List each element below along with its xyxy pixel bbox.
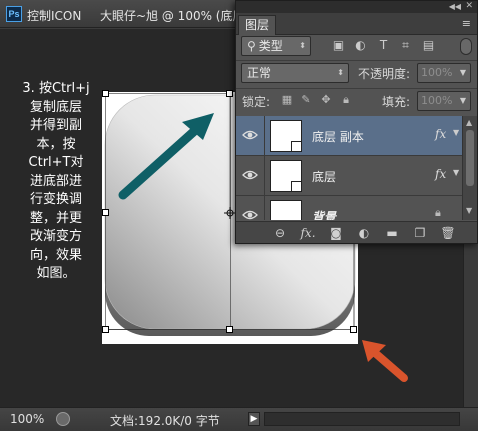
opacity-value: 100% [421,66,453,79]
transform-handle[interactable] [226,326,233,333]
close-panel-icon[interactable]: ✕ [465,1,473,12]
chevron-down-icon: ▼ [459,68,466,77]
transform-handle[interactable] [102,90,109,97]
fill-field[interactable]: 100% ▼ [417,91,471,111]
lock-row: 锁定: ▦ ✎ ✥ 🔒︎ 填充: 100% ▼ [236,91,477,113]
collapse-panel-icon[interactable]: ◀◀ [449,1,461,12]
status-info-icon[interactable] [56,412,70,426]
fx-icon[interactable]: fx [435,127,446,141]
layers-list: 底层 副本 fx ▼ 底层 fx ▼ 背景 🔒︎ [236,116,462,220]
fx-icon[interactable]: fx [435,167,446,181]
instruction-line: 进底部进 [29,173,82,189]
fill-label: 填充: [382,95,411,109]
chevron-updown-icon: ⬍ [299,41,306,50]
filter-kind-label: 类型 [258,39,283,53]
smart-object-badge-icon [291,141,302,152]
opacity-label: 不透明度: [358,67,411,81]
instruction-line: 整，并更 [29,210,82,226]
panel-header-strip: ◀◀ ✕ [236,1,477,13]
shape-filter-icon[interactable]: ⌗ [399,39,412,52]
layer-thumbnail [270,200,302,220]
blend-mode-value: 正常 [247,66,272,80]
layer-mask-icon[interactable]: ◙ [328,225,344,241]
status-bar: 100% 文档:192.0K/0 字节 ▶ [0,407,478,431]
layer-name[interactable]: 底层 副本 [312,128,364,145]
layer-thumbnail [270,160,302,192]
lock-image-icon[interactable]: ✎ [300,94,312,106]
adjustment-filter-icon[interactable]: ◐ [354,39,367,52]
photoshop-logo-icon: Ps [6,6,22,22]
fill-value: 100% [421,94,453,107]
app-title: 控制ICON [27,9,82,23]
lock-label: 锁定: [242,95,271,109]
blend-mode-select[interactable]: 正常 ⬍ [241,63,349,83]
instruction-line: 并得到副 [29,118,82,133]
eye-icon[interactable] [242,168,258,182]
lock-position-icon[interactable]: ✥ [320,94,332,106]
filter-toggle[interactable] [460,38,472,55]
group-icon[interactable]: ▬ [384,225,400,241]
layer-row[interactable]: 底层 fx ▼ [236,156,462,196]
pointer-arrow [362,340,408,382]
lock-icon: 🔒︎ [435,206,441,219]
panel-menu-icon[interactable]: ≡ [462,17,471,30]
transform-handle[interactable] [102,326,109,333]
fx-icon[interactable]: fx. [300,225,316,241]
smart-object-filter-icon[interactable]: ▤ [422,39,435,52]
chevron-down-icon: ▼ [459,96,466,105]
divider [236,60,477,61]
new-layer-icon[interactable]: ❐ [412,225,428,241]
instruction-line: 3. 按Ctrl+j [22,81,90,96]
delete-icon[interactable]: 🗑︎ [440,225,456,241]
scroll-thumb[interactable] [466,130,474,186]
layer-thumbnail [270,120,302,152]
filter-kind-select[interactable]: ⚲ 类型 ⬍ [241,36,311,56]
panel-tab-bar: 图层 ≡ [236,13,477,35]
instruction-text: 3. 按Ctrl+j 复制底层 并得到副 本，按 Ctrl+T对 进底部进 行变… [14,80,98,284]
horizontal-scrollbar[interactable] [264,412,460,426]
chevron-updown-icon: ⬍ [337,68,344,77]
layer-filter-row: ⚲ 类型 ⬍ ▣ ◐ T ⌗ ▤ [236,36,477,60]
link-layers-icon[interactable]: ⊖ [272,225,288,241]
opacity-field[interactable]: 100% ▼ [417,63,471,83]
layer-name[interactable]: 背景 [312,208,336,220]
layer-row[interactable]: 底层 副本 fx ▼ [236,116,462,156]
lock-all-icon[interactable]: 🔒︎ [340,94,352,106]
instruction-line: 行变换调 [29,192,82,207]
chevron-up-icon[interactable]: ▲ [466,118,472,127]
document-tab[interactable]: 大眼仔~旭 @ 100% (底层 [100,7,245,24]
instruction-line: 改渐变方 [29,229,82,244]
transform-handle[interactable] [350,326,357,333]
instruction-line: 向，效果 [29,247,82,263]
eye-icon[interactable] [242,208,258,220]
eye-icon[interactable] [242,128,258,142]
chevron-down-icon[interactable]: ▼ [453,128,459,137]
transform-handle[interactable] [102,209,109,216]
zoom-level[interactable]: 100% [10,412,44,426]
image-filter-icon[interactable]: ▣ [332,39,345,52]
layers-panel: ◀◀ ✕ 图层 ≡ ⚲ 类型 ⬍ ▣ ◐ T ⌗ ▤ 正常 ⬍ 不透明度: 100… [235,0,478,244]
smart-object-badge-icon [291,181,302,192]
lock-transparent-icon[interactable]: ▦ [281,94,293,106]
chevron-down-icon[interactable]: ▼ [466,206,472,215]
transform-handle[interactable] [226,90,233,97]
divider [236,88,477,89]
document-info: 文档:192.0K/0 字节 [110,414,220,428]
layer-row[interactable]: 背景 🔒︎ [236,196,462,220]
layers-toolbar: ⊖ fx. ◙ ◐ ▬ ❐ 🗑︎ [236,221,477,243]
instruction-line: 如图。 [36,266,76,281]
instruction-line: Ctrl+T对 [28,155,84,170]
adjustment-layer-icon[interactable]: ◐ [356,225,372,241]
tab-layers[interactable]: 图层 [238,15,277,35]
status-menu-arrow-icon[interactable]: ▶ [248,412,260,426]
search-icon: ⚲ [247,39,256,53]
text-filter-icon[interactable]: T [377,39,390,52]
layers-scrollbar[interactable]: ▲ ▼ [462,116,477,220]
blend-row: 正常 ⬍ 不透明度: 100% ▼ [236,63,477,87]
chevron-down-icon[interactable]: ▼ [453,168,459,177]
layer-name[interactable]: 底层 [312,168,336,185]
instruction-line: 复制底层 [29,99,82,115]
instruction-line: 本，按 [36,136,76,152]
